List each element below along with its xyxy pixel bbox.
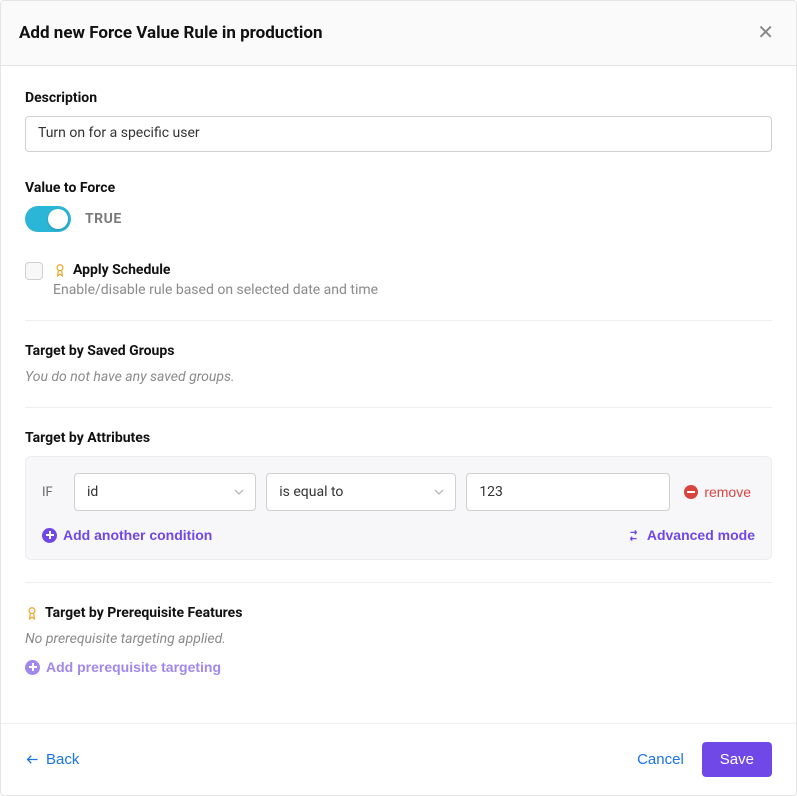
chevron-down-icon xyxy=(431,484,447,500)
value-toggle[interactable] xyxy=(25,206,71,232)
if-label: IF xyxy=(42,485,64,500)
back-label: Back xyxy=(46,751,79,768)
description-input[interactable] xyxy=(25,116,772,152)
description-label: Description xyxy=(25,90,772,106)
add-condition-button[interactable]: Add another condition xyxy=(42,527,212,543)
prerequisite-block: Target by Prerequisite Features No prere… xyxy=(25,605,772,675)
divider xyxy=(25,582,772,583)
modal-body: Description Value to Force TRUE xyxy=(1,66,796,723)
modal-footer: Back Cancel Save xyxy=(1,723,796,795)
schedule-label: Apply Schedule xyxy=(73,262,170,278)
attribute-select[interactable]: id xyxy=(74,473,256,511)
condition-row: IF id is equal to xyxy=(42,473,755,511)
value-input[interactable] xyxy=(466,473,670,511)
plus-circle-icon xyxy=(42,528,57,543)
attributes-panel: IF id is equal to xyxy=(25,456,772,560)
footer-right: Cancel Save xyxy=(637,742,772,777)
operator-select[interactable]: is equal to xyxy=(266,473,456,511)
value-to-force-label: Value to Force xyxy=(25,180,772,196)
add-prerequisite-button[interactable]: Add prerequisite targeting xyxy=(25,659,221,675)
toggle-knob xyxy=(48,209,68,229)
schedule-row: Apply Schedule Enable/disable rule based… xyxy=(25,262,772,298)
close-icon: ✕ xyxy=(757,22,774,44)
saved-groups-empty: You do not have any saved groups. xyxy=(25,369,772,385)
advanced-mode-label: Advanced mode xyxy=(647,527,755,543)
remove-condition-button[interactable]: remove xyxy=(680,484,755,500)
divider xyxy=(25,407,772,408)
operator-select-value: is equal to xyxy=(279,484,343,500)
saved-groups-block: Target by Saved Groups You do not have a… xyxy=(25,343,772,385)
prerequisite-label: Target by Prerequisite Features xyxy=(45,605,242,621)
attributes-actions: Add another condition Advanced mode xyxy=(42,527,755,543)
attributes-block: Target by Attributes IF id is equal to xyxy=(25,430,772,560)
value-to-force-block: Value to Force TRUE xyxy=(25,180,772,232)
attributes-label: Target by Attributes xyxy=(25,430,772,446)
description-block: Description xyxy=(25,90,772,156)
modal: Add new Force Value Rule in production ✕… xyxy=(0,0,797,796)
schedule-checkbox[interactable] xyxy=(25,262,43,280)
schedule-sublabel: Enable/disable rule based on selected da… xyxy=(53,282,378,298)
remove-label: remove xyxy=(704,484,751,500)
save-button[interactable]: Save xyxy=(702,742,772,777)
schedule-text: Apply Schedule Enable/disable rule based… xyxy=(53,262,378,298)
plus-circle-icon xyxy=(25,660,40,675)
back-button[interactable]: Back xyxy=(25,751,79,768)
chevron-down-icon xyxy=(231,484,247,500)
add-condition-label: Add another condition xyxy=(63,527,212,543)
add-prerequisite-label: Add prerequisite targeting xyxy=(46,659,221,675)
prerequisite-empty: No prerequisite targeting applied. xyxy=(25,631,772,647)
swap-icon xyxy=(626,528,641,543)
value-to-force-row: TRUE xyxy=(25,206,772,232)
premium-icon xyxy=(25,606,39,620)
value-toggle-state: TRUE xyxy=(85,211,122,227)
saved-groups-label: Target by Saved Groups xyxy=(25,343,772,359)
premium-icon xyxy=(53,263,67,277)
modal-title: Add new Force Value Rule in production xyxy=(19,23,323,43)
divider xyxy=(25,320,772,321)
minus-circle-icon xyxy=(684,485,698,499)
modal-header: Add new Force Value Rule in production ✕ xyxy=(1,1,796,66)
close-button[interactable]: ✕ xyxy=(753,19,778,47)
advanced-mode-button[interactable]: Advanced mode xyxy=(626,527,755,543)
arrow-left-icon xyxy=(25,752,40,767)
prerequisite-header: Target by Prerequisite Features xyxy=(25,605,772,621)
schedule-label-row: Apply Schedule xyxy=(53,262,378,278)
attribute-select-value: id xyxy=(87,484,98,500)
cancel-button[interactable]: Cancel xyxy=(637,751,684,768)
